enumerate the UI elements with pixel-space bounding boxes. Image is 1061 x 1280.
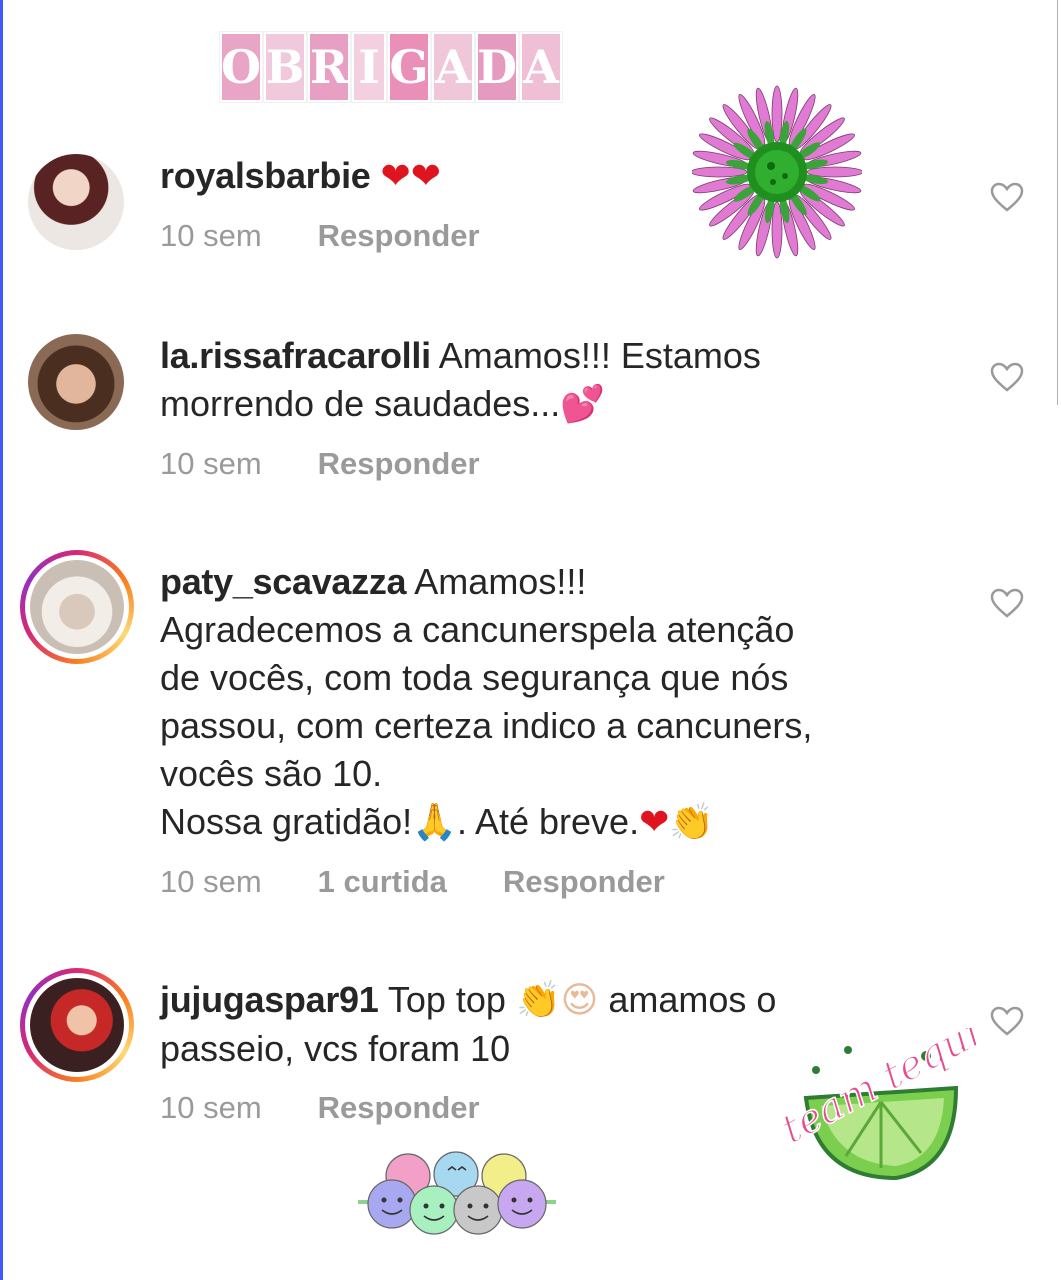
comment-body-line: Amamos!!! Estamos [438, 335, 761, 376]
comment-meta: 10 sem Responder [160, 1090, 480, 1126]
comment-body-line: Agradecemos a cancunerspela atenção [160, 609, 795, 650]
comment-username[interactable]: la.rissafracarolli [160, 335, 431, 376]
sticker-letter: G [388, 32, 430, 102]
sticker-letter: R [308, 32, 350, 102]
reply-button[interactable]: Responder [503, 864, 665, 900]
comment-body-line: amamos o [608, 979, 777, 1020]
comment-time: 10 sem [160, 218, 262, 253]
comment-username[interactable]: jujugaspar91 [160, 979, 379, 1020]
reply-button[interactable]: Responder [318, 1090, 480, 1126]
sticker-letter: O [220, 32, 262, 102]
team-tequila-sticker: team tequila [776, 1028, 976, 1181]
scrollbar[interactable] [1057, 0, 1058, 405]
comment-text: paty_scavazza Amamos!!! Agradecemos a ca… [160, 558, 920, 847]
comment-time: 10 sem [160, 1090, 262, 1125]
avatar [30, 978, 124, 1072]
comment-body-line: morrendo de saudades... [160, 383, 561, 424]
heart-outline-icon[interactable] [990, 182, 1024, 212]
sticker-letter: A [520, 32, 562, 102]
comment-body-line: passou, com certeza indico a cancuners, [160, 705, 813, 746]
heart-outline-icon[interactable] [990, 588, 1024, 618]
sticker-letter: I [352, 32, 386, 102]
comment-time: 10 sem [160, 864, 262, 899]
comment-body-line: Amamos!!! [414, 561, 587, 602]
reply-button[interactable]: Responder [318, 218, 480, 254]
sticker-letter: B [264, 32, 306, 102]
reply-button[interactable]: Responder [318, 446, 480, 482]
obrigada-sticker: O B R I G A D A [220, 32, 562, 102]
avatar [30, 560, 124, 654]
comment-body-line: . Até breve. [456, 801, 640, 842]
comment-text: royalsbarbie ❤❤ [160, 152, 920, 201]
sticker-letter: D [476, 32, 518, 102]
comment-username[interactable]: paty_scavazza [160, 561, 407, 602]
comment-meta: 10 sem Responder [160, 446, 480, 482]
heart-emoji: ❤❤ [380, 156, 441, 197]
comment-body-line: passeio, vcs foram 10 [160, 1028, 511, 1069]
clap-heart-eyes-emoji: 👏😍 [515, 980, 599, 1021]
avatar-story-ring[interactable] [20, 968, 134, 1082]
comment-body-line: vocês são 10. [160, 753, 383, 794]
comment-meta: 10 sem 1 curtida Responder [160, 864, 665, 900]
avatar[interactable] [28, 334, 124, 430]
pray-emoji: 🙏 [412, 802, 457, 843]
sticker-letter: A [432, 32, 474, 102]
left-edge-border [0, 0, 3, 1280]
likes-count[interactable]: 1 curtida [318, 864, 447, 900]
avatar-story-ring[interactable] [20, 550, 134, 664]
comment-text: la.rissafracarolli Amamos!!! Estamos mor… [160, 332, 920, 429]
avatar[interactable] [28, 154, 124, 250]
comment-body-line: de vocês, com toda segurança que nós [160, 657, 789, 698]
smiley-faces-sticker [358, 1151, 556, 1235]
comment-meta: 10 sem Responder [160, 218, 480, 254]
comment-time: 10 sem [160, 446, 262, 481]
comment-body-line: Top top [387, 979, 506, 1020]
two-hearts-emoji: 💕 [560, 384, 606, 425]
heart-outline-icon[interactable] [990, 362, 1024, 392]
heart-clap-emoji: ❤👏 [639, 802, 715, 843]
comment-body-line: Nossa gratidão! [160, 801, 413, 842]
comment-username[interactable]: royalsbarbie [160, 155, 371, 196]
heart-outline-icon[interactable] [990, 1006, 1024, 1036]
